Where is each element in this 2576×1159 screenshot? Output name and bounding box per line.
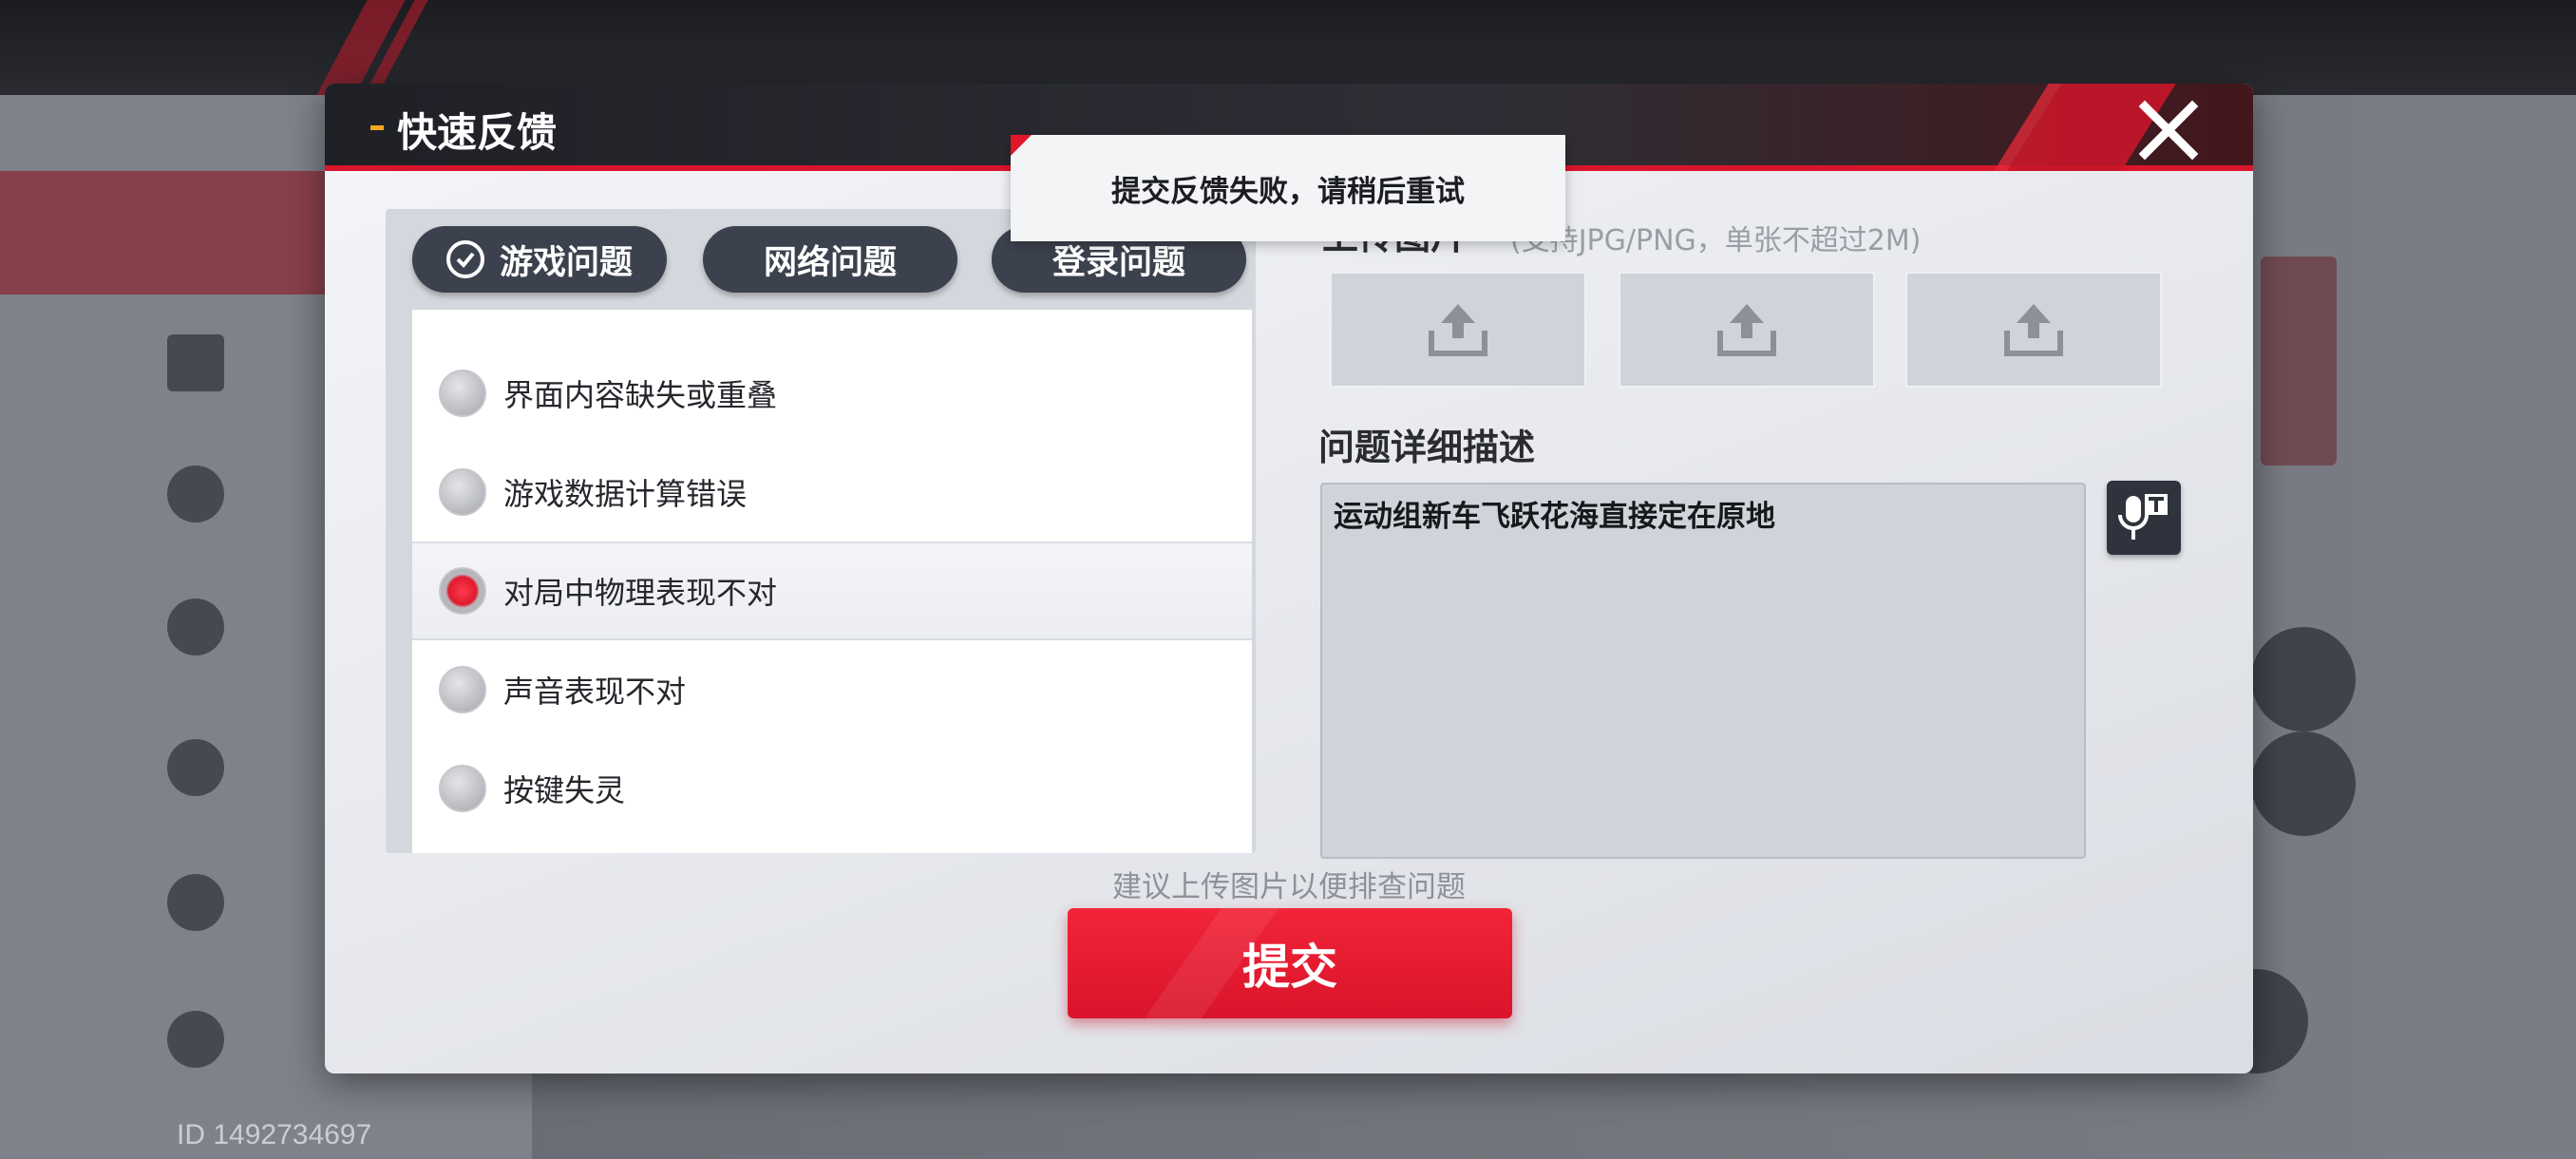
error-toast: 提交反馈失败，请稍后重试	[1011, 135, 1565, 241]
player-id: ID 1492734697	[177, 1119, 372, 1150]
issue-label: 界面内容缺失或重叠	[503, 377, 778, 413]
background-steering-icon	[167, 466, 224, 522]
background-shield-icon	[167, 1011, 224, 1068]
list-item-selected[interactable]: 对局中物理表现不对	[412, 542, 1252, 640]
toast-corner	[1011, 135, 1032, 156]
close-button[interactable]	[2137, 99, 2200, 162]
tab-label: 登录问题	[1051, 243, 1185, 282]
submit-button[interactable]: 提交	[1068, 908, 1512, 1018]
background-diamond-icon	[167, 598, 224, 656]
description-title: 问题详细描述	[1318, 427, 1536, 468]
background-top-bar	[0, 0, 2576, 95]
upload-hint: (支持JPG/PNG，单张不超过2M)	[1510, 224, 1922, 257]
upload-icon	[2004, 304, 2063, 356]
toast-message: 提交反馈失败，请稍后重试	[1111, 174, 1465, 209]
background-right-circle	[2251, 732, 2356, 836]
voice-input-icon	[2118, 494, 2168, 540]
list-item[interactable]: 声音表现不对	[412, 640, 1252, 739]
upload-suggestion: 建议上传图片以便排查问题	[1112, 870, 1466, 904]
radio-button[interactable]	[439, 666, 486, 713]
radio-button-selected[interactable]	[439, 567, 486, 615]
issue-label: 游戏数据计算错误	[503, 476, 748, 512]
issue-label: 对局中物理表现不对	[503, 575, 778, 611]
background-grid-icon	[167, 334, 224, 391]
radio-button[interactable]	[439, 765, 486, 812]
dialog-title: 快速反馈	[397, 109, 558, 156]
list-item-partial	[412, 310, 1252, 317]
close-icon	[2138, 100, 2199, 161]
list-item[interactable]: 按键失灵	[412, 739, 1252, 838]
title-marker	[370, 125, 384, 130]
tab-label: 游戏问题	[499, 243, 633, 282]
issue-panel: 游戏问题 网络问题 登录问题 界面内容缺失或重叠 游戏数据计算错误 对局中物理表…	[386, 209, 1256, 853]
upload-icon	[1429, 304, 1487, 356]
tab-network-issue[interactable]: 网络问题	[703, 226, 957, 293]
background-right-card	[2261, 256, 2337, 466]
upload-slot-2[interactable]	[1619, 272, 1875, 388]
upload-slot-3[interactable]	[1905, 272, 2162, 388]
description-textarea[interactable]: 运动组新车飞跃花海直接定在原地	[1320, 483, 2086, 859]
radio-button[interactable]	[439, 370, 486, 417]
tab-game-issue[interactable]: 游戏问题	[412, 226, 667, 293]
check-icon	[445, 240, 484, 278]
list-item[interactable]: 游戏数据计算错误	[412, 443, 1252, 542]
tab-label: 网络问题	[763, 243, 897, 282]
issue-list[interactable]: 界面内容缺失或重叠 游戏数据计算错误 对局中物理表现不对 声音表现不对 按键失灵	[412, 310, 1252, 853]
upload-slot-1[interactable]	[1330, 272, 1586, 388]
issue-label: 声音表现不对	[503, 674, 687, 710]
description-text: 运动组新车飞跃花海直接定在原地	[1334, 500, 1775, 534]
upload-icon	[1717, 304, 1776, 356]
background-right-circle	[2251, 627, 2356, 732]
background-helmet-icon	[167, 874, 224, 931]
radio-button[interactable]	[439, 468, 486, 516]
background-speaker-icon	[167, 739, 224, 796]
issue-label: 按键失灵	[503, 772, 626, 808]
voice-input-button[interactable]	[2107, 481, 2181, 555]
list-item[interactable]: 界面内容缺失或重叠	[412, 344, 1252, 443]
